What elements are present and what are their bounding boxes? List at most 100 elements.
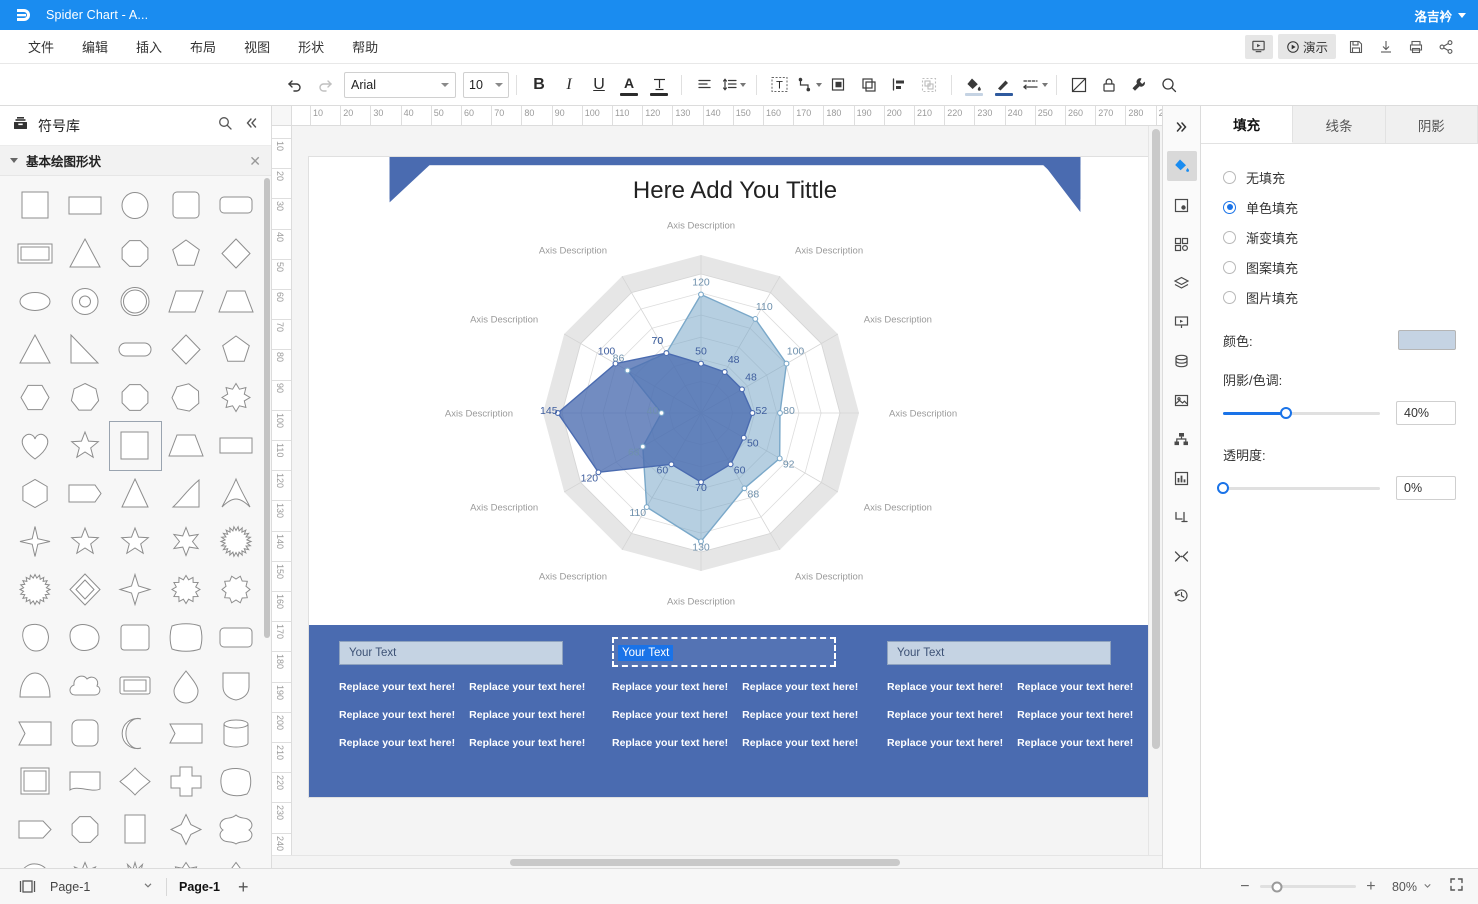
radar-point[interactable] xyxy=(740,434,747,441)
italic-button[interactable]: I xyxy=(554,70,584,100)
tools-icon[interactable] xyxy=(1124,70,1154,100)
shape-item-octagon-rounded[interactable] xyxy=(110,230,160,278)
shape-item-cone[interactable] xyxy=(110,470,160,518)
align-objects-icon[interactable] xyxy=(884,70,914,100)
canvas-surface[interactable]: Here Add You Tittle 120 110 100 80 92 88 130 11… xyxy=(292,126,1148,855)
present-button[interactable]: 演示 xyxy=(1277,34,1336,59)
opacity-slider[interactable] xyxy=(1217,482,1380,494)
text-highlight-button[interactable] xyxy=(644,70,674,100)
shape-item-pillow[interactable] xyxy=(161,614,211,662)
shape-item-shield[interactable] xyxy=(211,662,261,710)
bold-button[interactable]: B xyxy=(524,70,554,100)
share-icon[interactable] xyxy=(1432,34,1460,60)
text-box-heading-2-selected[interactable]: Your Text xyxy=(612,637,836,667)
shape-item-blob-cloud[interactable] xyxy=(10,854,60,868)
fill-option-gradient[interactable]: 渐变填充 xyxy=(1223,222,1456,252)
menu-edit[interactable]: 编辑 xyxy=(68,33,122,60)
menu-insert[interactable]: 插入 xyxy=(122,33,176,60)
canvas-horizontal-scrollbar[interactable] xyxy=(272,855,1162,868)
canvas-vertical-scrollbar[interactable] xyxy=(1148,126,1162,855)
radar-point[interactable] xyxy=(698,360,704,367)
history-icon[interactable] xyxy=(1167,580,1197,610)
slideshow-icon[interactable] xyxy=(1244,34,1273,59)
shape-item-star-5-bold[interactable] xyxy=(110,518,160,566)
search-icon[interactable] xyxy=(217,115,233,136)
radar-point[interactable] xyxy=(752,315,759,322)
shape-item-gear-24[interactable] xyxy=(10,566,60,614)
shape-item-blob-square[interactable] xyxy=(211,758,261,806)
shape-item-rounded-rectangle[interactable] xyxy=(211,182,261,230)
shape-item-parallelogram[interactable] xyxy=(161,278,211,326)
shape-item-gear-star[interactable] xyxy=(60,854,110,868)
zoom-out-button[interactable]: − xyxy=(1234,878,1256,896)
layer-order-icon[interactable] xyxy=(824,70,854,100)
radar-point[interactable] xyxy=(749,410,756,416)
shape-item-gear-12[interactable] xyxy=(211,566,261,614)
shape-item-ellipse[interactable] xyxy=(10,278,60,326)
slide-page[interactable]: Here Add You Tittle 120 110 100 80 92 88 130 11… xyxy=(309,157,1148,797)
menu-file[interactable]: 文件 xyxy=(14,33,68,60)
user-menu-chevron-down-icon[interactable] xyxy=(1458,12,1466,18)
shape-item-star-6[interactable] xyxy=(161,518,211,566)
menu-view[interactable]: 视图 xyxy=(230,33,284,60)
scrollbar-thumb[interactable] xyxy=(510,859,900,866)
shuffle-icon[interactable] xyxy=(1167,541,1197,571)
shape-item-flower-8[interactable] xyxy=(161,854,211,868)
theme-grid-icon[interactable] xyxy=(1167,229,1197,259)
shape-item-circle[interactable] xyxy=(110,182,160,230)
shape-item-moon[interactable] xyxy=(110,710,160,758)
duplicate-icon[interactable] xyxy=(854,70,884,100)
line-style-icon[interactable] xyxy=(1019,70,1049,100)
zoom-search-icon[interactable] xyxy=(1154,70,1184,100)
shape-item-star-4-rounded[interactable] xyxy=(161,806,211,854)
line-color-icon[interactable] xyxy=(989,70,1019,100)
opacity-slider-knob[interactable] xyxy=(1217,482,1229,494)
shape-item-rounded-rect-2[interactable] xyxy=(211,614,261,662)
shape-item-trapezoid[interactable] xyxy=(211,278,261,326)
undo-icon[interactable] xyxy=(280,70,310,100)
shape-item-diamond-layered[interactable] xyxy=(60,566,110,614)
shape-item-star-5-outline[interactable] xyxy=(60,518,110,566)
vertical-ruler[interactable]: 10 20 30 40 50 60 70 80 90 100 110 120 130 140 150 160 1… xyxy=(272,126,292,855)
shade-value-input[interactable]: 40% xyxy=(1396,401,1456,425)
shape-item-hexagon[interactable] xyxy=(10,374,60,422)
shape-item-square[interactable] xyxy=(10,182,60,230)
chart-icon[interactable] xyxy=(1167,463,1197,493)
slide-title[interactable]: Here Add You Tittle xyxy=(309,177,1148,205)
print-icon[interactable] xyxy=(1402,34,1430,60)
shape-item-square-rounded-2[interactable] xyxy=(110,614,160,662)
radar-point[interactable] xyxy=(624,367,631,374)
shape-item-flag-left[interactable] xyxy=(10,710,60,758)
shape-item-rhombus-flat[interactable] xyxy=(161,326,211,374)
fill-option-pattern[interactable]: 图案填充 xyxy=(1223,252,1456,282)
shape-item-arch[interactable] xyxy=(10,662,60,710)
radar-point[interactable] xyxy=(668,461,675,468)
footer-column-2[interactable]: Your Text Replace your text here! Replac… xyxy=(612,637,858,749)
font-family-select[interactable]: Arial xyxy=(344,71,456,98)
align-icon[interactable] xyxy=(689,70,719,100)
zoom-slider-knob[interactable] xyxy=(1271,881,1283,892)
opacity-value-input[interactable]: 0% xyxy=(1396,476,1456,500)
connector-panel-icon[interactable] xyxy=(1167,502,1197,532)
close-icon[interactable]: ✕ xyxy=(249,154,261,168)
shape-item-rectangle-flat[interactable] xyxy=(211,422,261,470)
text-box-heading-1[interactable]: Your Text xyxy=(339,641,563,665)
shape-item-rounded-square[interactable] xyxy=(161,182,211,230)
shape-item-concentric-circle[interactable] xyxy=(110,278,160,326)
shape-item-cylinder[interactable] xyxy=(211,710,261,758)
shape-item-swoosh-triangle[interactable] xyxy=(161,470,211,518)
radar-point[interactable] xyxy=(658,410,665,416)
shade-slider-knob[interactable] xyxy=(1279,407,1292,419)
menu-layout[interactable]: 布局 xyxy=(176,33,230,60)
image-icon[interactable] xyxy=(1167,385,1197,415)
save-icon[interactable] xyxy=(1342,34,1370,60)
shape-item-cylinder-flat[interactable] xyxy=(110,662,160,710)
radar-point[interactable] xyxy=(776,455,783,462)
org-chart-icon[interactable] xyxy=(1167,424,1197,454)
shape-item-right-triangle[interactable] xyxy=(60,326,110,374)
text-box-icon[interactable]: T xyxy=(764,70,794,100)
shape-item-document-square[interactable] xyxy=(10,758,60,806)
page-view-icon[interactable] xyxy=(14,875,40,899)
chevron-left-double-icon[interactable] xyxy=(243,115,259,136)
zoom-slider[interactable] xyxy=(1259,881,1356,892)
